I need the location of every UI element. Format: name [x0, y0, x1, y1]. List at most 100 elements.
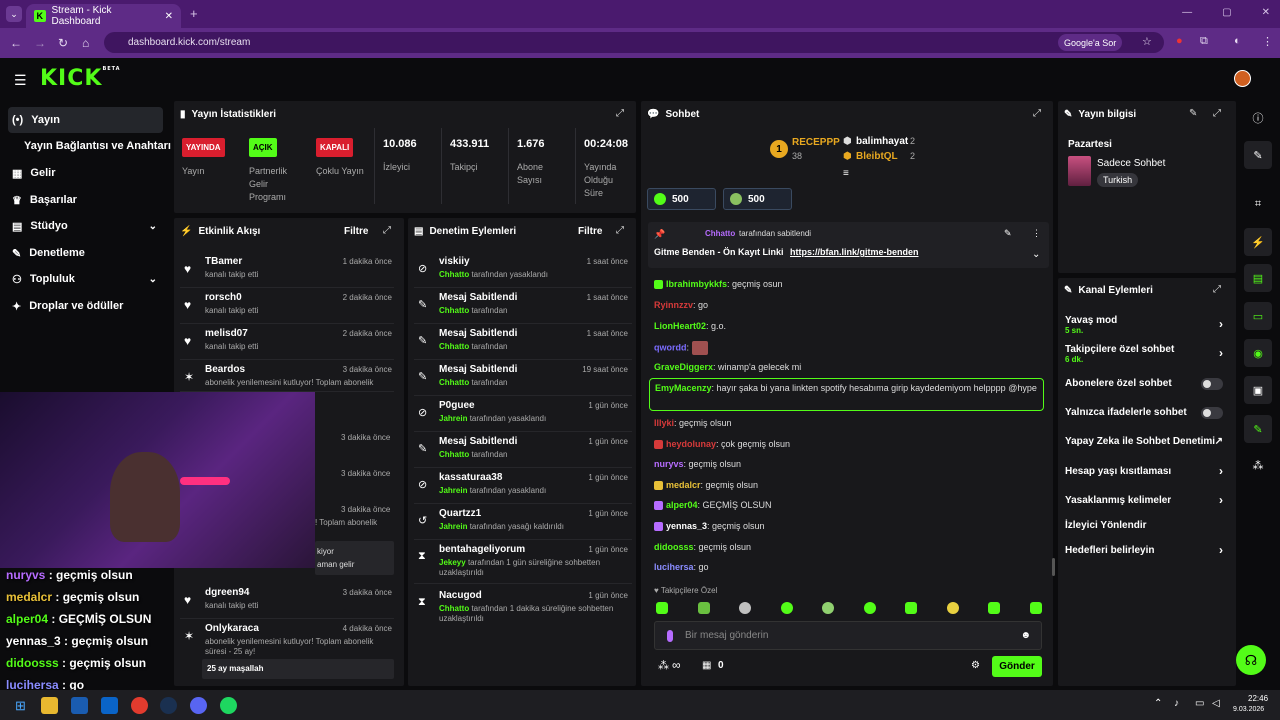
community-icon[interactable]: ⁂	[1244, 451, 1272, 479]
chat-username[interactable]: yennas_3	[666, 521, 707, 531]
tray-chevron-icon[interactable]: ⌃	[1154, 698, 1162, 709]
back-icon[interactable]: ←	[10, 36, 22, 50]
banned-words-setting[interactable]: Yasaklanmış kelimeler ›	[1065, 493, 1229, 507]
goal-card[interactable]: 500	[723, 188, 792, 210]
forward-icon[interactable]: →	[34, 36, 46, 50]
emote-icon[interactable]	[780, 602, 793, 614]
expand-icon[interactable]: ⤢	[616, 108, 624, 119]
sidebar-item-stream-key[interactable]: Yayın Bağlantısı ve Anahtarı	[20, 133, 175, 159]
mic-icon[interactable]: ♪	[1174, 698, 1179, 709]
outlook-icon[interactable]	[101, 697, 118, 714]
mic-icon[interactable]	[667, 629, 673, 642]
chat-scrollbar[interactable]	[1052, 558, 1055, 576]
notes-icon[interactable]: ▤	[1244, 264, 1272, 292]
followers-only-setting[interactable]: Takipçilere özel sohbet 6 dk. ›	[1065, 344, 1229, 364]
more-icon[interactable]: ⋮	[1032, 228, 1041, 239]
close-window-icon[interactable]: ✕	[1262, 7, 1270, 18]
edit-icon[interactable]: ✎	[1244, 141, 1272, 169]
windows-start-icon[interactable]: ⊞	[12, 697, 29, 714]
bookmark-star-icon[interactable]: ☆	[1142, 35, 1152, 48]
clock-date[interactable]: 9.03.2026	[1233, 706, 1264, 713]
spotify-icon[interactable]	[220, 697, 237, 714]
file-explorer-icon[interactable]	[41, 697, 58, 714]
extensions-icon[interactable]: ⧉	[1200, 35, 1208, 48]
activity-filter-button[interactable]: Filtre	[344, 226, 368, 237]
host-setting[interactable]: İzleyici Yönlendir	[1065, 520, 1229, 531]
chat-icon[interactable]: ▭	[1244, 302, 1272, 330]
slow-mode-setting[interactable]: Yavaş mod 5 sn. ›	[1065, 315, 1229, 335]
steam-icon[interactable]	[160, 697, 177, 714]
pinned-link[interactable]: https://bfan.link/gitme-benden	[790, 247, 919, 257]
emote-icon[interactable]	[905, 602, 918, 614]
home-icon[interactable]: ⌂	[82, 36, 89, 50]
profile-icon[interactable]: ◐	[1234, 35, 1241, 47]
emote-icon[interactable]	[739, 602, 752, 614]
chrome-icon[interactable]	[131, 697, 148, 714]
extension-red-icon[interactable]: ●	[1176, 35, 1183, 47]
chevron-down-icon[interactable]: ≡	[843, 168, 849, 179]
category-name[interactable]: Sadece Sohbet	[1097, 158, 1165, 169]
browser-tab[interactable]: K Stream - Kick Dashboard ✕	[26, 4, 181, 28]
goals-setting[interactable]: Hedefleri belirleyin ›	[1065, 543, 1229, 557]
sidebar-item-basarilar[interactable]: ♛ Başarılar	[8, 187, 163, 213]
chat-username[interactable]: qwordd	[654, 342, 687, 352]
google-sor-button[interactable]: Google'a Sor	[1058, 34, 1123, 51]
chat-username[interactable]: Ryinnzzv	[654, 300, 693, 310]
send-button[interactable]: Gönder	[992, 656, 1042, 677]
emoji-icon[interactable]: ☻	[1020, 630, 1031, 641]
chevron-down-icon[interactable]: ⌄	[1032, 249, 1040, 260]
account-age-setting[interactable]: Hesap yaşı kısıtlaması ›	[1065, 464, 1229, 478]
expand-icon[interactable]: ⤢	[1033, 108, 1041, 119]
emote-icon[interactable]	[697, 602, 710, 614]
scan-icon[interactable]: ⌗	[1244, 190, 1272, 218]
expand-icon[interactable]: ⤢	[383, 225, 391, 236]
expand-icon[interactable]: ⤢	[1213, 284, 1221, 295]
edit-pencil-icon[interactable]: ✎	[1189, 108, 1197, 119]
chat-username[interactable]: heydolunay	[666, 439, 716, 449]
chat-username[interactable]: Ibrahimbykkfs	[666, 279, 727, 289]
kick-logo[interactable]: KICKBETA	[40, 66, 121, 91]
chat-username[interactable]: LionHeart02	[654, 321, 706, 331]
sidebar-item-denetleme[interactable]: ✎ Denetleme	[8, 240, 163, 266]
sidebar-item-studyo[interactable]: ▤ Stüdyo ⌄	[8, 213, 163, 239]
unpin-icon[interactable]: ✎	[1004, 228, 1012, 239]
bolt-icon[interactable]: ⚡	[1244, 228, 1272, 256]
emote-only-setting[interactable]: Yalnızca ifadelerle sohbet	[1065, 407, 1229, 419]
browser-menu-icon[interactable]: ⋮	[1262, 35, 1273, 48]
sidebar-item-yayin[interactable]: (•) Yayın	[8, 107, 163, 133]
expand-icon[interactable]: ⤢	[616, 225, 624, 236]
new-tab-button[interactable]: +	[190, 6, 198, 21]
hamburger-menu-icon[interactable]: ☰	[14, 72, 27, 89]
emote-only-toggle[interactable]	[1201, 407, 1223, 419]
sidebar-item-droplar[interactable]: ✦ Droplar ve ödüller	[8, 293, 163, 319]
maximize-icon[interactable]: ▢	[1222, 7, 1231, 18]
chat-username[interactable]: medalcr	[666, 480, 701, 490]
chat-username[interactable]: nuryvs	[654, 459, 684, 469]
support-headset-icon[interactable]: ☊	[1236, 645, 1266, 675]
chat-username[interactable]: GraveDiggerx	[654, 362, 713, 372]
discord-icon[interactable]	[190, 697, 207, 714]
address-bar[interactable]: dashboard.kick.com/stream	[104, 32, 1164, 53]
emote-icon[interactable]	[822, 602, 835, 614]
info-icon[interactable]: ⓘ	[1244, 104, 1272, 132]
broadcast-icon[interactable]: ◉	[1244, 339, 1272, 367]
user-avatar[interactable]	[1234, 70, 1251, 87]
subs-only-setting[interactable]: Abonelere özel sohbet	[1065, 378, 1229, 390]
settings-gear-icon[interactable]: ⚙	[971, 660, 980, 671]
sidebar-item-gelir[interactable]: ▦ Gelir	[8, 160, 163, 186]
tab-search-button[interactable]: ⌄	[6, 6, 22, 22]
clock-time[interactable]: 22:46	[1248, 694, 1268, 703]
goal-card[interactable]: 500	[647, 188, 716, 210]
minimize-icon[interactable]: —	[1182, 7, 1192, 18]
reload-icon[interactable]: ↻	[58, 36, 68, 50]
emote-icon[interactable]	[656, 602, 668, 614]
moderation-filter-button[interactable]: Filtre	[578, 226, 602, 237]
gift-icon[interactable]: ▦	[702, 660, 711, 671]
points-icon[interactable]: ⁂	[658, 659, 669, 672]
chat-username[interactable]: Illyki	[654, 418, 674, 428]
chat-username[interactable]: lucihersa	[654, 562, 694, 572]
emote-icon[interactable]	[946, 602, 959, 614]
chat-username[interactable]: didoosss	[654, 542, 694, 552]
expand-icon[interactable]: ⤢	[1213, 108, 1221, 119]
emote-icon[interactable]	[863, 602, 876, 614]
